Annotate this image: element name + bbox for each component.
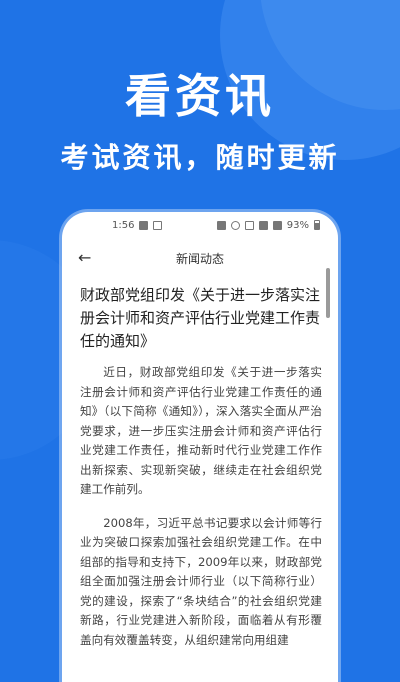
article-paragraph: 近日，财政部党组印发《关于进一步落实注册会计师和资产评估行业党建工作责任的通知》… — [80, 365, 322, 496]
app-notification-icon — [153, 220, 163, 230]
hero-title: 看资讯 — [125, 69, 275, 123]
battery-percent: 93% — [286, 219, 309, 231]
nav-title: 新闻动态 — [175, 251, 224, 266]
status-bar: 1:56 93% — [62, 212, 338, 238]
signal-icon — [272, 220, 282, 230]
nav-bar: ← 新闻动态 — [62, 242, 338, 274]
status-right: 93% — [216, 219, 320, 231]
article-paragraph: 2008年，习近平总书记要求以会计师等行业为突破口探索加强社会组织党建工作。在中… — [80, 515, 322, 647]
alarm-icon — [230, 220, 240, 230]
image-notification-icon — [139, 220, 149, 230]
hero-subtitle: 考试资讯，随时更新 — [60, 141, 340, 174]
nfc-icon — [244, 220, 254, 230]
scrollbar[interactable] — [326, 268, 330, 318]
vibrate-icon — [216, 220, 226, 230]
status-left: 1:56 — [112, 219, 163, 231]
phone-mockup: 1:56 93% ← 新闻动态 财政部党组印发《关于进一步落实注册会计师和资产评… — [62, 212, 338, 682]
wifi-icon — [258, 220, 268, 230]
status-time: 1:56 — [112, 219, 135, 231]
article-title: 财政部党组印发《关于进一步落实注册会计师和资产评估行业党建工作责任的通知》 — [80, 286, 321, 350]
battery-icon — [314, 220, 320, 230]
article-content: 财政部党组印发《关于进一步落实注册会计师和资产评估行业党建工作责任的通知》 近日… — [80, 284, 322, 664]
